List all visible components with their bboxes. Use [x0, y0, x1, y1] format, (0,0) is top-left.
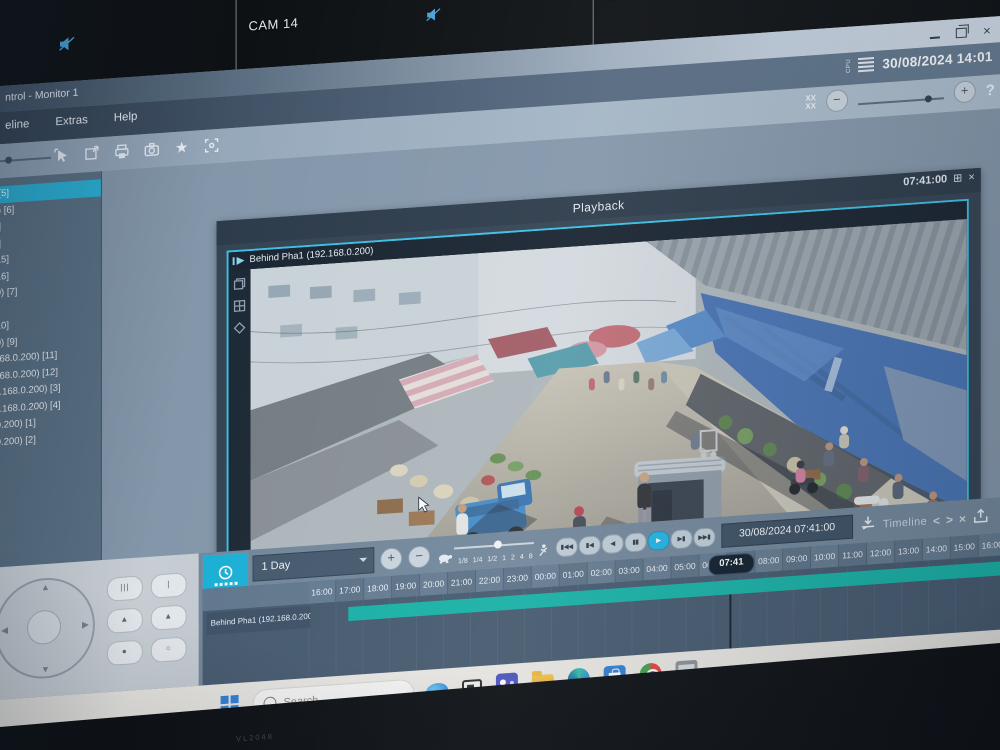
restore-button[interactable] [956, 27, 967, 38]
tile-divider [236, 0, 237, 70]
jump-end-button[interactable]: ▶▶▮ [693, 527, 715, 548]
timeline-hour: 20:00 [420, 572, 448, 596]
zoom-out-button[interactable]: − [826, 89, 848, 113]
timeline-hour: 14:00 [923, 537, 951, 561]
play-button[interactable]: ▶ [647, 530, 669, 551]
ptz-joystick[interactable]: ▲▼ ◀▶ [0, 575, 95, 682]
turtle-slow-icon [438, 550, 453, 569]
range-zoom-out-button[interactable]: − [408, 545, 430, 569]
step-forward-button[interactable]: ▶▮ [670, 528, 692, 549]
jump-start-button[interactable]: ▮◀◀ [556, 536, 578, 557]
ptz-button[interactable]: ▲ [151, 604, 187, 631]
camera-list: 92.168.0.200) [5]192.168.0.200) [6]168.0… [0, 179, 101, 456]
ptz-button[interactable]: ● [107, 639, 143, 666]
camera-tile-label: CAM 14 [249, 15, 299, 34]
zoom-in-button[interactable]: + [954, 80, 976, 104]
timeline-panel-label: Timeline [883, 515, 927, 530]
ptz-button[interactable]: | [151, 572, 187, 599]
audio-muted-icon [426, 7, 441, 26]
export-clip-icon[interactable] [972, 507, 990, 529]
pause-button[interactable]: ▮▮ [624, 532, 646, 553]
menu-item[interactable]: eline [5, 118, 29, 132]
menu-item[interactable]: Extras [55, 114, 88, 128]
timeline-hour: 17:00 [336, 578, 364, 602]
export-image-icon[interactable] [81, 142, 103, 166]
audio-muted-icon [59, 37, 75, 56]
timeline-hour: 16:00 [979, 533, 1000, 557]
ptz-button[interactable]: ○ [151, 636, 187, 663]
monitor-screen: CAM 14 CAM 15 ntrol - Monitor 1 × [0, 0, 1000, 750]
stream-quality-icon[interactable] [234, 322, 246, 335]
timeline-hour: 21:00 [448, 570, 476, 594]
system-datetime: 30/08/2024 14:01 [882, 48, 992, 71]
ptz-control-panel: ▲▼ ◀▶ ||||▲▲●○ [0, 553, 199, 704]
close-button[interactable]: × [983, 23, 991, 37]
playback-datetime-field[interactable]: 30/08/2024 07:41:00 [721, 515, 853, 548]
playing-state-icon [233, 256, 245, 265]
playback-close-icon[interactable]: × [968, 172, 974, 183]
timeline-hour: 03:00 [616, 558, 644, 582]
help-button[interactable]: ? [986, 81, 995, 99]
playhead-line[interactable] [729, 594, 731, 648]
speed-control[interactable]: 1/8 1/4 1/2 1 2 4 8 [436, 535, 550, 569]
runner-fast-icon [538, 543, 548, 562]
timeline-hour: 10:00 [811, 545, 839, 569]
sequence-frame-icon[interactable] [201, 134, 223, 158]
main-area: 92.168.0.200) [5]192.168.0.200) [6]168.0… [0, 108, 1000, 572]
menu-bar: eline Extras Help [5, 111, 137, 132]
timeline-hour: 09:00 [783, 547, 811, 571]
pane-size-slider[interactable] [0, 157, 51, 163]
playhead-time-badge[interactable]: 07:41 [708, 553, 754, 576]
cpu-meter-icon: CPU [842, 55, 874, 75]
timeline-hour: 11:00 [839, 543, 867, 567]
zoom-slider[interactable] [858, 97, 944, 105]
timeline-hour: 16:00 [308, 580, 336, 604]
import-clip-icon[interactable] [859, 514, 877, 536]
snapshot-camera-icon[interactable] [141, 138, 163, 162]
close-all-cameos-icon[interactable]: XXXX [805, 94, 816, 111]
timeline-hour: 04:00 [644, 556, 672, 580]
timeline-close-icon[interactable]: × [959, 512, 966, 527]
range-zoom-in-button[interactable]: + [380, 547, 402, 571]
timeline-hour: 23:00 [504, 566, 532, 590]
minimize-button[interactable] [930, 36, 940, 39]
menu-item[interactable]: Help [114, 111, 138, 125]
split-view-icon[interactable] [234, 299, 246, 312]
select-tool-icon[interactable] [51, 144, 73, 168]
timeline-hour: 19:00 [392, 574, 420, 598]
camera-tile-label: CAM 15 [604, 0, 654, 3]
step-back-button[interactable]: ▮◀ [579, 535, 601, 556]
timeline-prev-icon[interactable]: < [933, 514, 940, 529]
timeline-hour: 22:00 [476, 568, 504, 592]
ptz-buttons: ||||▲▲●○ [107, 572, 191, 666]
track-camera-label: Behind Pha1 (192.168.0.200) [207, 606, 311, 635]
copy-layers-icon[interactable] [234, 277, 246, 290]
time-range-select[interactable]: 1 Day [253, 547, 375, 582]
ptz-button[interactable]: ||| [107, 575, 143, 602]
timeline-hour: 00:00 [532, 564, 560, 588]
timeline-hour: 12:00 [867, 541, 895, 565]
transport-controls: ▮◀◀▮◀◀▮▮▶▶▮▶▶▮ [556, 527, 716, 557]
tile-divider [593, 0, 594, 45]
camera-tree-sidebar: 92.168.0.200) [5]192.168.0.200) [6]168.0… [0, 171, 102, 572]
timeline-hour: 05:00 [672, 554, 700, 578]
timeline-next-icon[interactable]: > [946, 513, 953, 528]
app-title: ntrol - Monitor 1 [5, 87, 78, 104]
play-backward-button[interactable]: ◀ [602, 533, 624, 554]
photo-of-monitor: CAM 14 CAM 15 ntrol - Monitor 1 × [0, 0, 1000, 750]
ptz-button[interactable]: ▲ [107, 607, 143, 634]
favorites-star-icon[interactable]: ★ [171, 136, 193, 160]
print-icon[interactable] [111, 140, 133, 164]
layout-grid-icon[interactable]: ⊞ [953, 173, 962, 185]
timeline-hour: 13:00 [895, 539, 923, 563]
vms-application-window: ntrol - Monitor 1 × elineExtrasHelp CPU … [0, 16, 1000, 705]
timeline-hour: 01:00 [560, 562, 588, 586]
timeline-hour: 15:00 [951, 535, 979, 559]
timeline-hour: 18:00 [364, 576, 392, 600]
speed-slider-thumb[interactable] [494, 540, 502, 549]
timeline-hour: 02:00 [588, 560, 616, 584]
timeline-hour: 08:00 [755, 549, 783, 573]
